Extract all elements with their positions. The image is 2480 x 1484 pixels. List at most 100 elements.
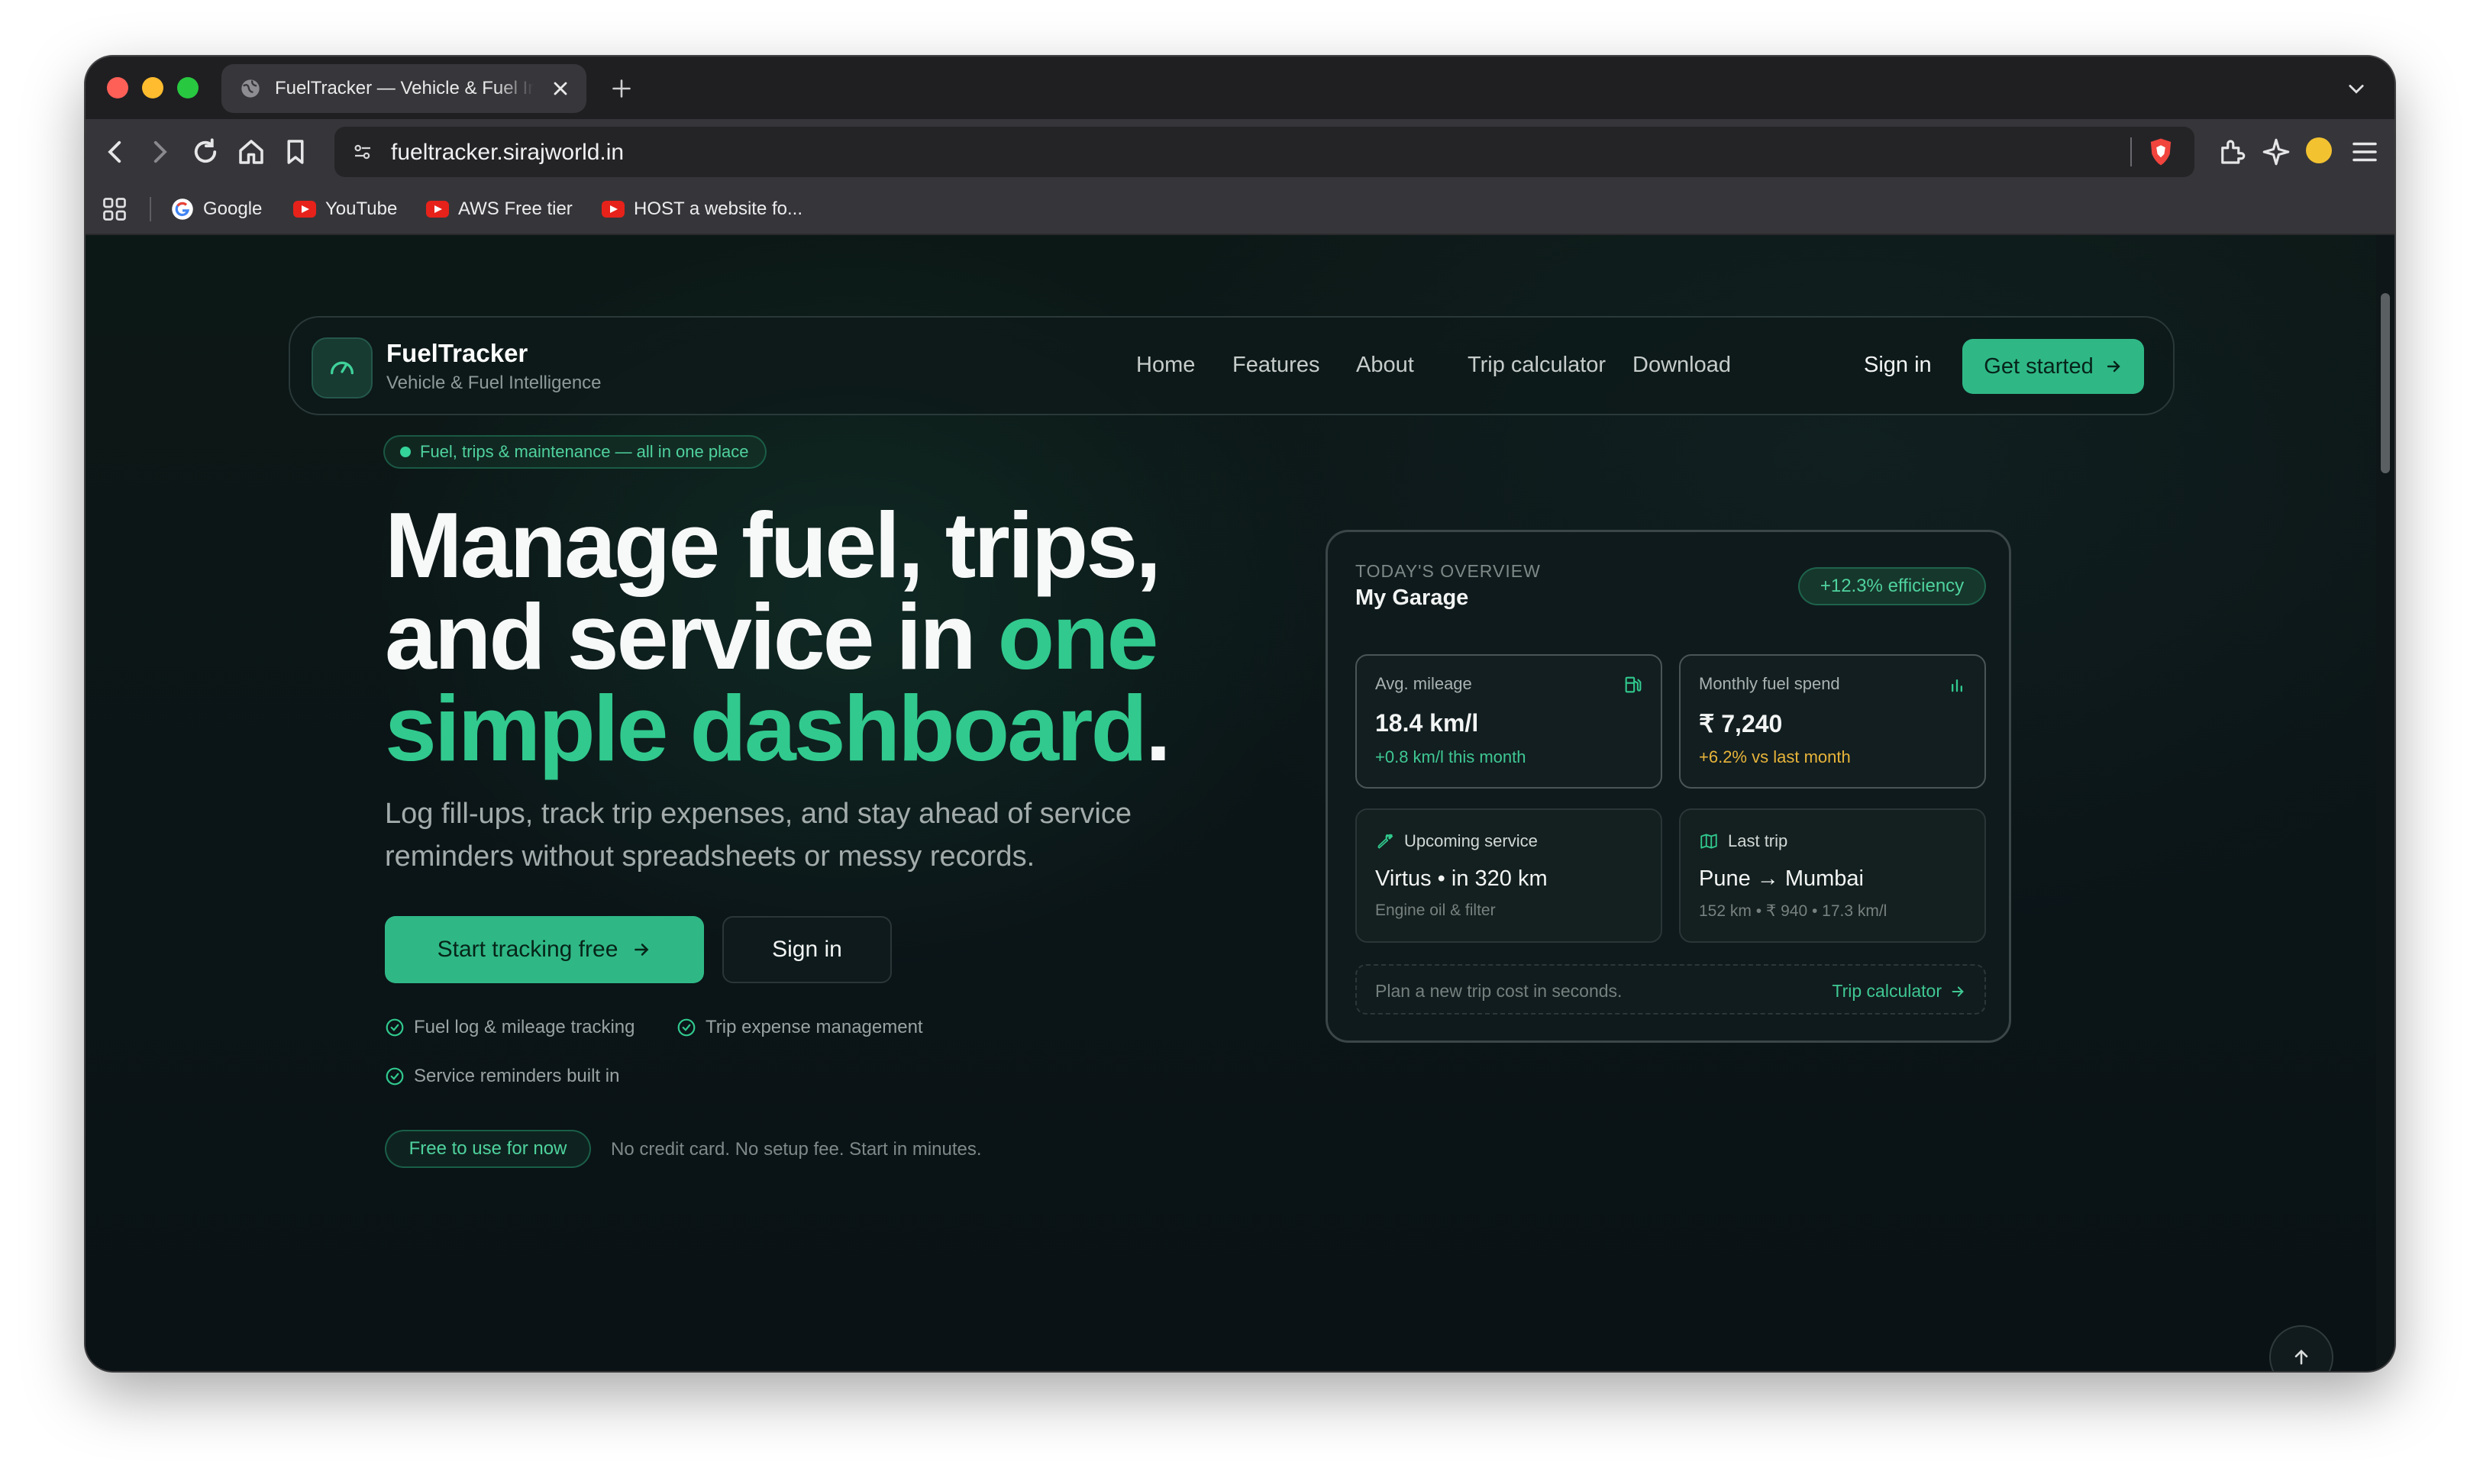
- web-page: FuelTracker Vehicle & Fuel Intelligence …: [86, 235, 2376, 1371]
- nav-about[interactable]: About: [1356, 353, 1414, 378]
- wrench-icon: [1377, 834, 1393, 849]
- arrow-right-icon: [1952, 986, 1964, 997]
- nav-sign-in[interactable]: Sign in: [1864, 353, 1932, 378]
- stat-label: Avg. mileage: [1375, 674, 1472, 693]
- free-badge: Free to use for now: [385, 1130, 591, 1168]
- tab-strip: FuelTracker — Vehicle & Fuel Intelligenc…: [86, 56, 2394, 119]
- trip-calculator-link-label: Trip calculator: [1832, 981, 1942, 1001]
- bookmark-aws-free-tier[interactable]: AWS Free tier: [426, 194, 573, 224]
- reload-icon[interactable]: [189, 136, 221, 168]
- tab-search-chevron-icon[interactable]: [2346, 78, 2367, 99]
- feature-label: Trip expense management: [706, 1017, 923, 1037]
- hero-subcopy: Log fill-ups, track trip expenses, and s…: [385, 798, 1132, 873]
- get-started-button[interactable]: Get started: [1962, 339, 2144, 394]
- address-bar[interactable]: fueltracker.sirajworld.in: [334, 127, 2194, 177]
- bookmark-youtube[interactable]: YouTube: [293, 194, 397, 224]
- arrow-right-icon: [635, 944, 649, 956]
- browser-window: FuelTracker — Vehicle & Fuel Intelligenc…: [86, 56, 2394, 1371]
- page-scrollbar[interactable]: [2376, 235, 2394, 1371]
- close-window-button[interactable]: [107, 77, 128, 98]
- status-dot: [400, 447, 411, 457]
- headline-line-2: and service in: [385, 585, 998, 689]
- active-tab[interactable]: FuelTracker — Vehicle & Fuel Intelligenc…: [221, 64, 586, 113]
- bookmark-label: HOST a website fo...: [634, 198, 802, 219]
- trip-calculator-row: Plan a new trip cost in seconds. Trip ca…: [1355, 964, 1986, 1015]
- trip-value: Pune → Mumbai: [1699, 866, 1864, 891]
- speedometer-icon: [331, 361, 354, 375]
- bookmark-label: Google: [203, 198, 263, 219]
- service-value: Virtus • in 320 km: [1375, 866, 1548, 891]
- extensions-icon[interactable]: [2216, 136, 2248, 168]
- new-tab-icon[interactable]: [611, 78, 632, 99]
- get-started-label: Get started: [1984, 353, 2094, 379]
- scroll-to-top-button[interactable]: [2269, 1325, 2333, 1371]
- nav-download[interactable]: Download: [1632, 353, 1731, 378]
- check-circle-icon: [386, 1018, 404, 1037]
- last-trip-card: Last trip Pune → Mumbai 152 km • ₹ 940 •…: [1679, 808, 1986, 943]
- profile-avatar[interactable]: [2306, 137, 2332, 163]
- home-icon[interactable]: [235, 136, 267, 168]
- fuel-pump-icon: [1625, 676, 1642, 693]
- trip-calculator-link[interactable]: Trip calculator: [1832, 981, 1966, 1002]
- trip-label: Last trip: [1728, 831, 1788, 850]
- headline-line-1: Manage fuel, trips,: [385, 493, 1161, 597]
- check-circle-icon: [386, 1067, 404, 1086]
- map-icon: [1700, 834, 1717, 849]
- service-label: Upcoming service: [1404, 831, 1538, 850]
- omnibox-divider: [2130, 137, 2132, 166]
- logo[interactable]: [312, 337, 373, 398]
- back-icon[interactable]: [99, 136, 131, 168]
- stat-value: 18.4 km/l: [1375, 709, 1479, 737]
- globe-icon: [241, 79, 260, 98]
- close-tab-icon[interactable]: [550, 78, 571, 99]
- nav-trip-calculator[interactable]: Trip calculator: [1468, 353, 1606, 378]
- bookmark-label: YouTube: [325, 198, 398, 219]
- tab-title: FuelTracker — Vehicle & Fuel Intelligenc…: [275, 78, 534, 98]
- bookmark-google[interactable]: Google: [171, 194, 262, 224]
- overview-title: My Garage: [1355, 586, 1469, 610]
- leo-ai-icon[interactable]: [2260, 136, 2292, 168]
- hero-pill: Fuel, trips & maintenance — all in one p…: [383, 435, 767, 469]
- youtube-icon: [602, 201, 625, 218]
- maximize-window-button[interactable]: [177, 77, 199, 98]
- stat-value: ₹ 7,240: [1699, 710, 1783, 737]
- nav-features[interactable]: Features: [1232, 353, 1319, 378]
- youtube-icon: [293, 201, 316, 218]
- apps-grid-icon[interactable]: [101, 195, 128, 223]
- efficiency-badge: +12.3% efficiency: [1798, 567, 1986, 605]
- start-tracking-button[interactable]: Start tracking free: [385, 916, 704, 983]
- brand-name[interactable]: FuelTracker: [386, 339, 528, 368]
- bookmarks-divider: [150, 197, 151, 221]
- youtube-icon: [426, 201, 449, 218]
- url-text: fueltracker.sirajworld.in: [391, 140, 625, 165]
- minimize-window-button[interactable]: [142, 77, 163, 98]
- scrollbar-thumb[interactable]: [2381, 293, 2390, 473]
- forward-icon[interactable]: [144, 136, 176, 168]
- hero-pill-text: Fuel, trips & maintenance — all in one p…: [420, 442, 749, 461]
- arrow-right-icon: [2107, 360, 2120, 373]
- check-circle-icon: [677, 1018, 696, 1037]
- hero-sign-in-button[interactable]: Sign in: [722, 916, 892, 983]
- trip-prompt: Plan a new trip cost in seconds.: [1375, 981, 1623, 1001]
- feature-fuel-log: Fuel log & mileage tracking: [385, 1017, 635, 1038]
- google-icon: [172, 198, 193, 220]
- menu-icon[interactable]: [2349, 136, 2381, 168]
- nav-home[interactable]: Home: [1136, 353, 1195, 378]
- brand-tagline: Vehicle & Fuel Intelligence: [386, 373, 602, 393]
- bookmark-host-website[interactable]: HOST a website fo...: [602, 194, 802, 224]
- brave-shields-icon[interactable]: [2147, 137, 2175, 166]
- free-note: No credit card. No setup fee. Start in m…: [611, 1139, 982, 1160]
- site-settings-icon[interactable]: [351, 140, 374, 163]
- service-detail: Engine oil & filter: [1375, 902, 1496, 919]
- service-label-row: Upcoming service: [1375, 831, 1538, 851]
- stat-delta: +0.8 km/l this month: [1375, 747, 1526, 766]
- browser-toolbar: fueltracker.sirajworld.in: [86, 119, 2394, 185]
- site-navbar: FuelTracker Vehicle & Fuel Intelligence …: [289, 316, 2175, 415]
- bookmarks-bar: Google YouTube AWS Free tier HOST a webs…: [86, 185, 2394, 235]
- overview-card: TODAY'S OVERVIEW My Garage +12.3% effici…: [1326, 530, 2011, 1043]
- bar-chart-icon: [1952, 679, 1962, 692]
- stat-label: Monthly fuel spend: [1699, 674, 1840, 693]
- bookmark-icon[interactable]: [279, 136, 312, 168]
- trip-label-row: Last trip: [1699, 831, 1787, 851]
- overview-overline: TODAY'S OVERVIEW: [1355, 561, 1541, 581]
